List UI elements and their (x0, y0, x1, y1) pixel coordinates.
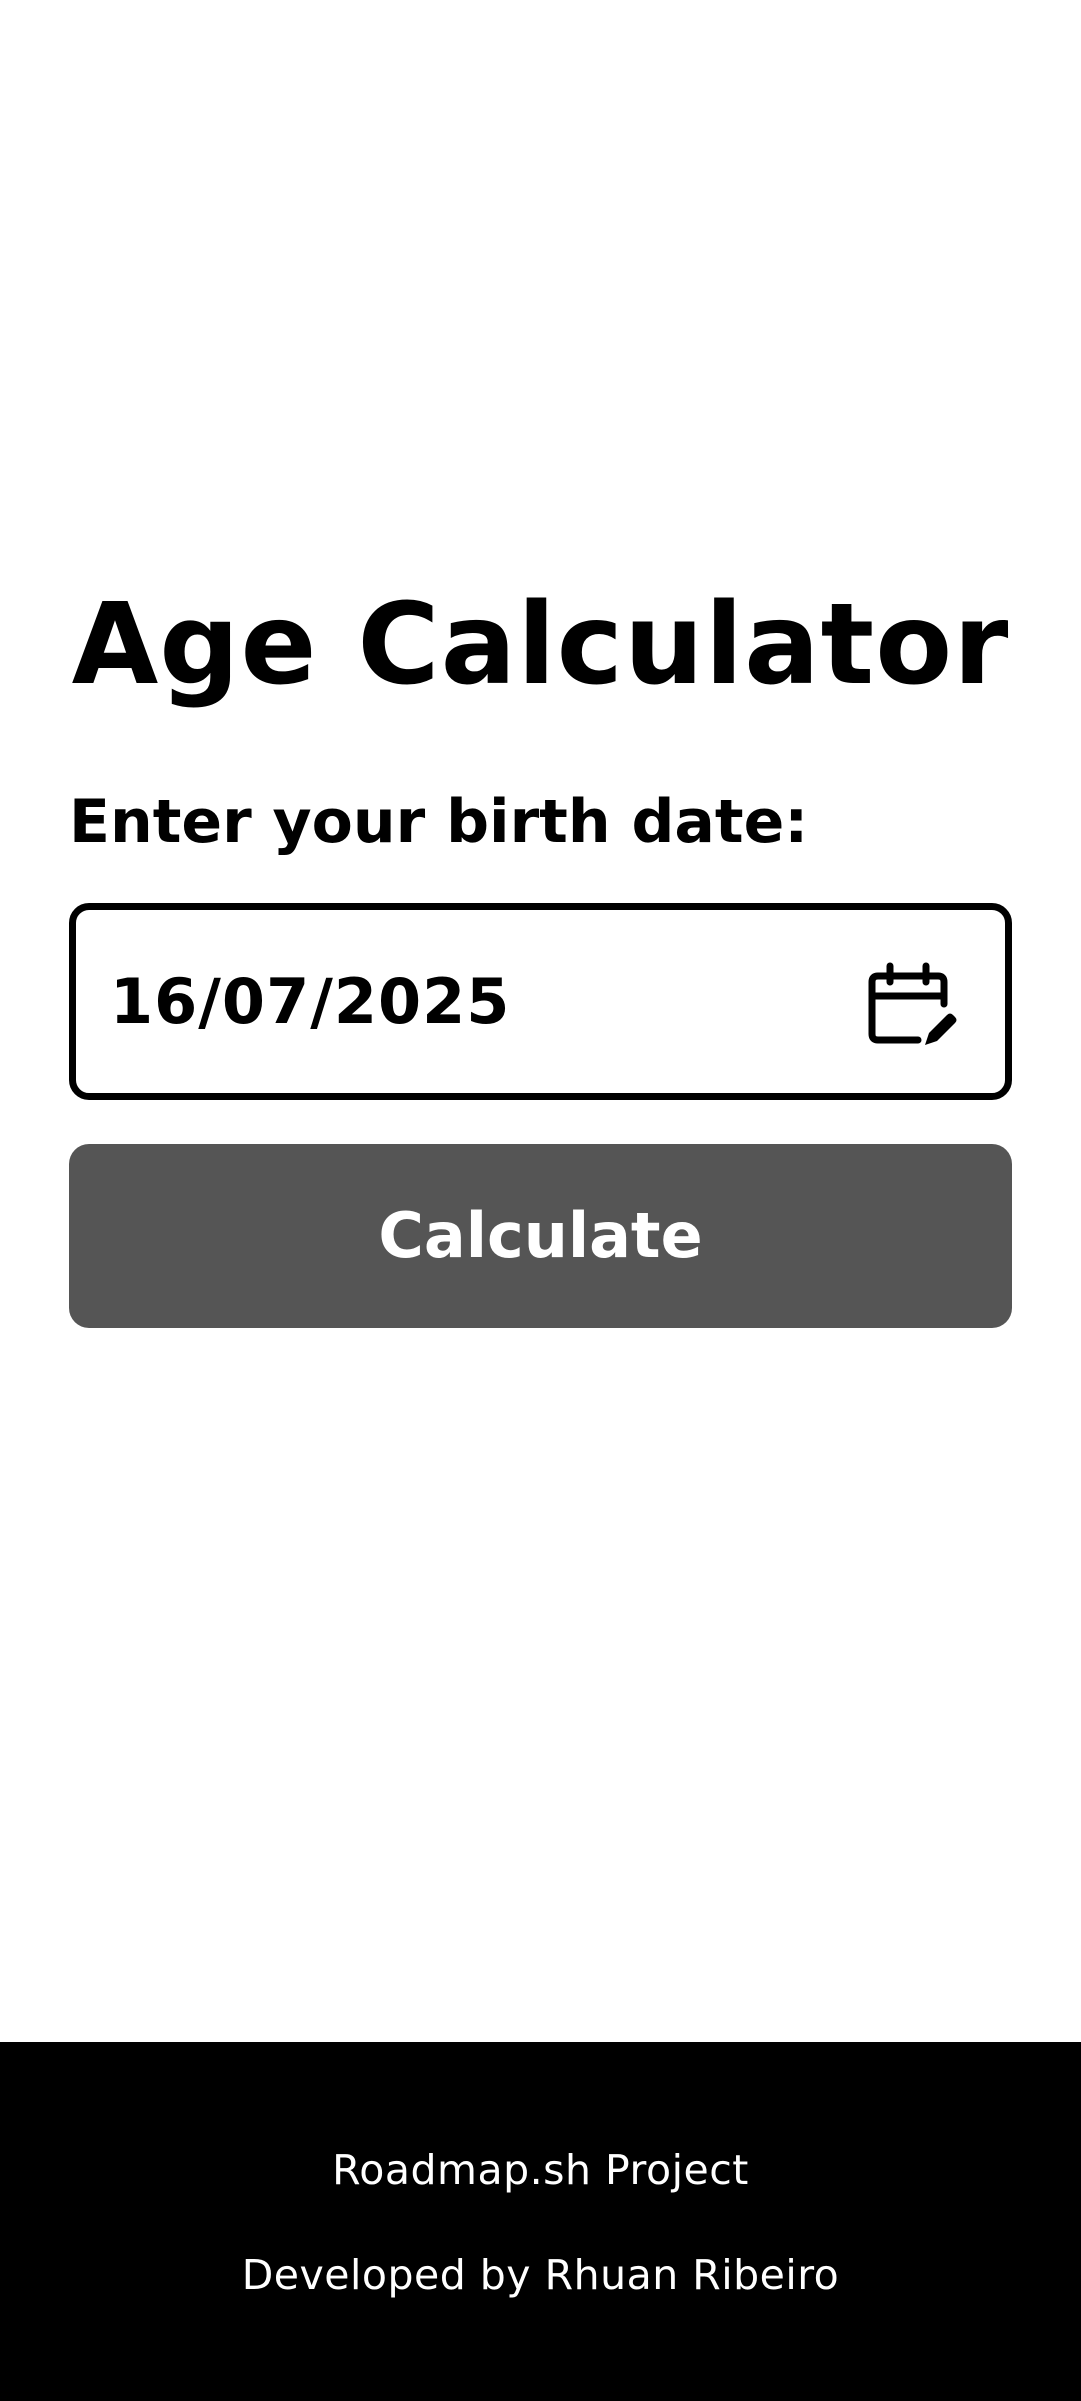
birth-date-label: Enter your birth date: (69, 787, 809, 857)
calendar-edit-icon[interactable] (866, 960, 958, 1052)
birth-date-value[interactable]: 16/07/2025 (110, 910, 510, 1093)
birth-date-input[interactable]: 16/07/2025 (69, 903, 1012, 1100)
calculate-button[interactable]: Calculate (69, 1144, 1012, 1328)
page-title: Age Calculator (71, 580, 1010, 710)
footer-developer-credit: Developed by Rhuan Ribeiro (241, 2251, 840, 2299)
footer: Roadmap.sh Project Developed by Rhuan Ri… (0, 2042, 1081, 2401)
footer-project-text: Roadmap.sh Project (332, 2146, 749, 2194)
